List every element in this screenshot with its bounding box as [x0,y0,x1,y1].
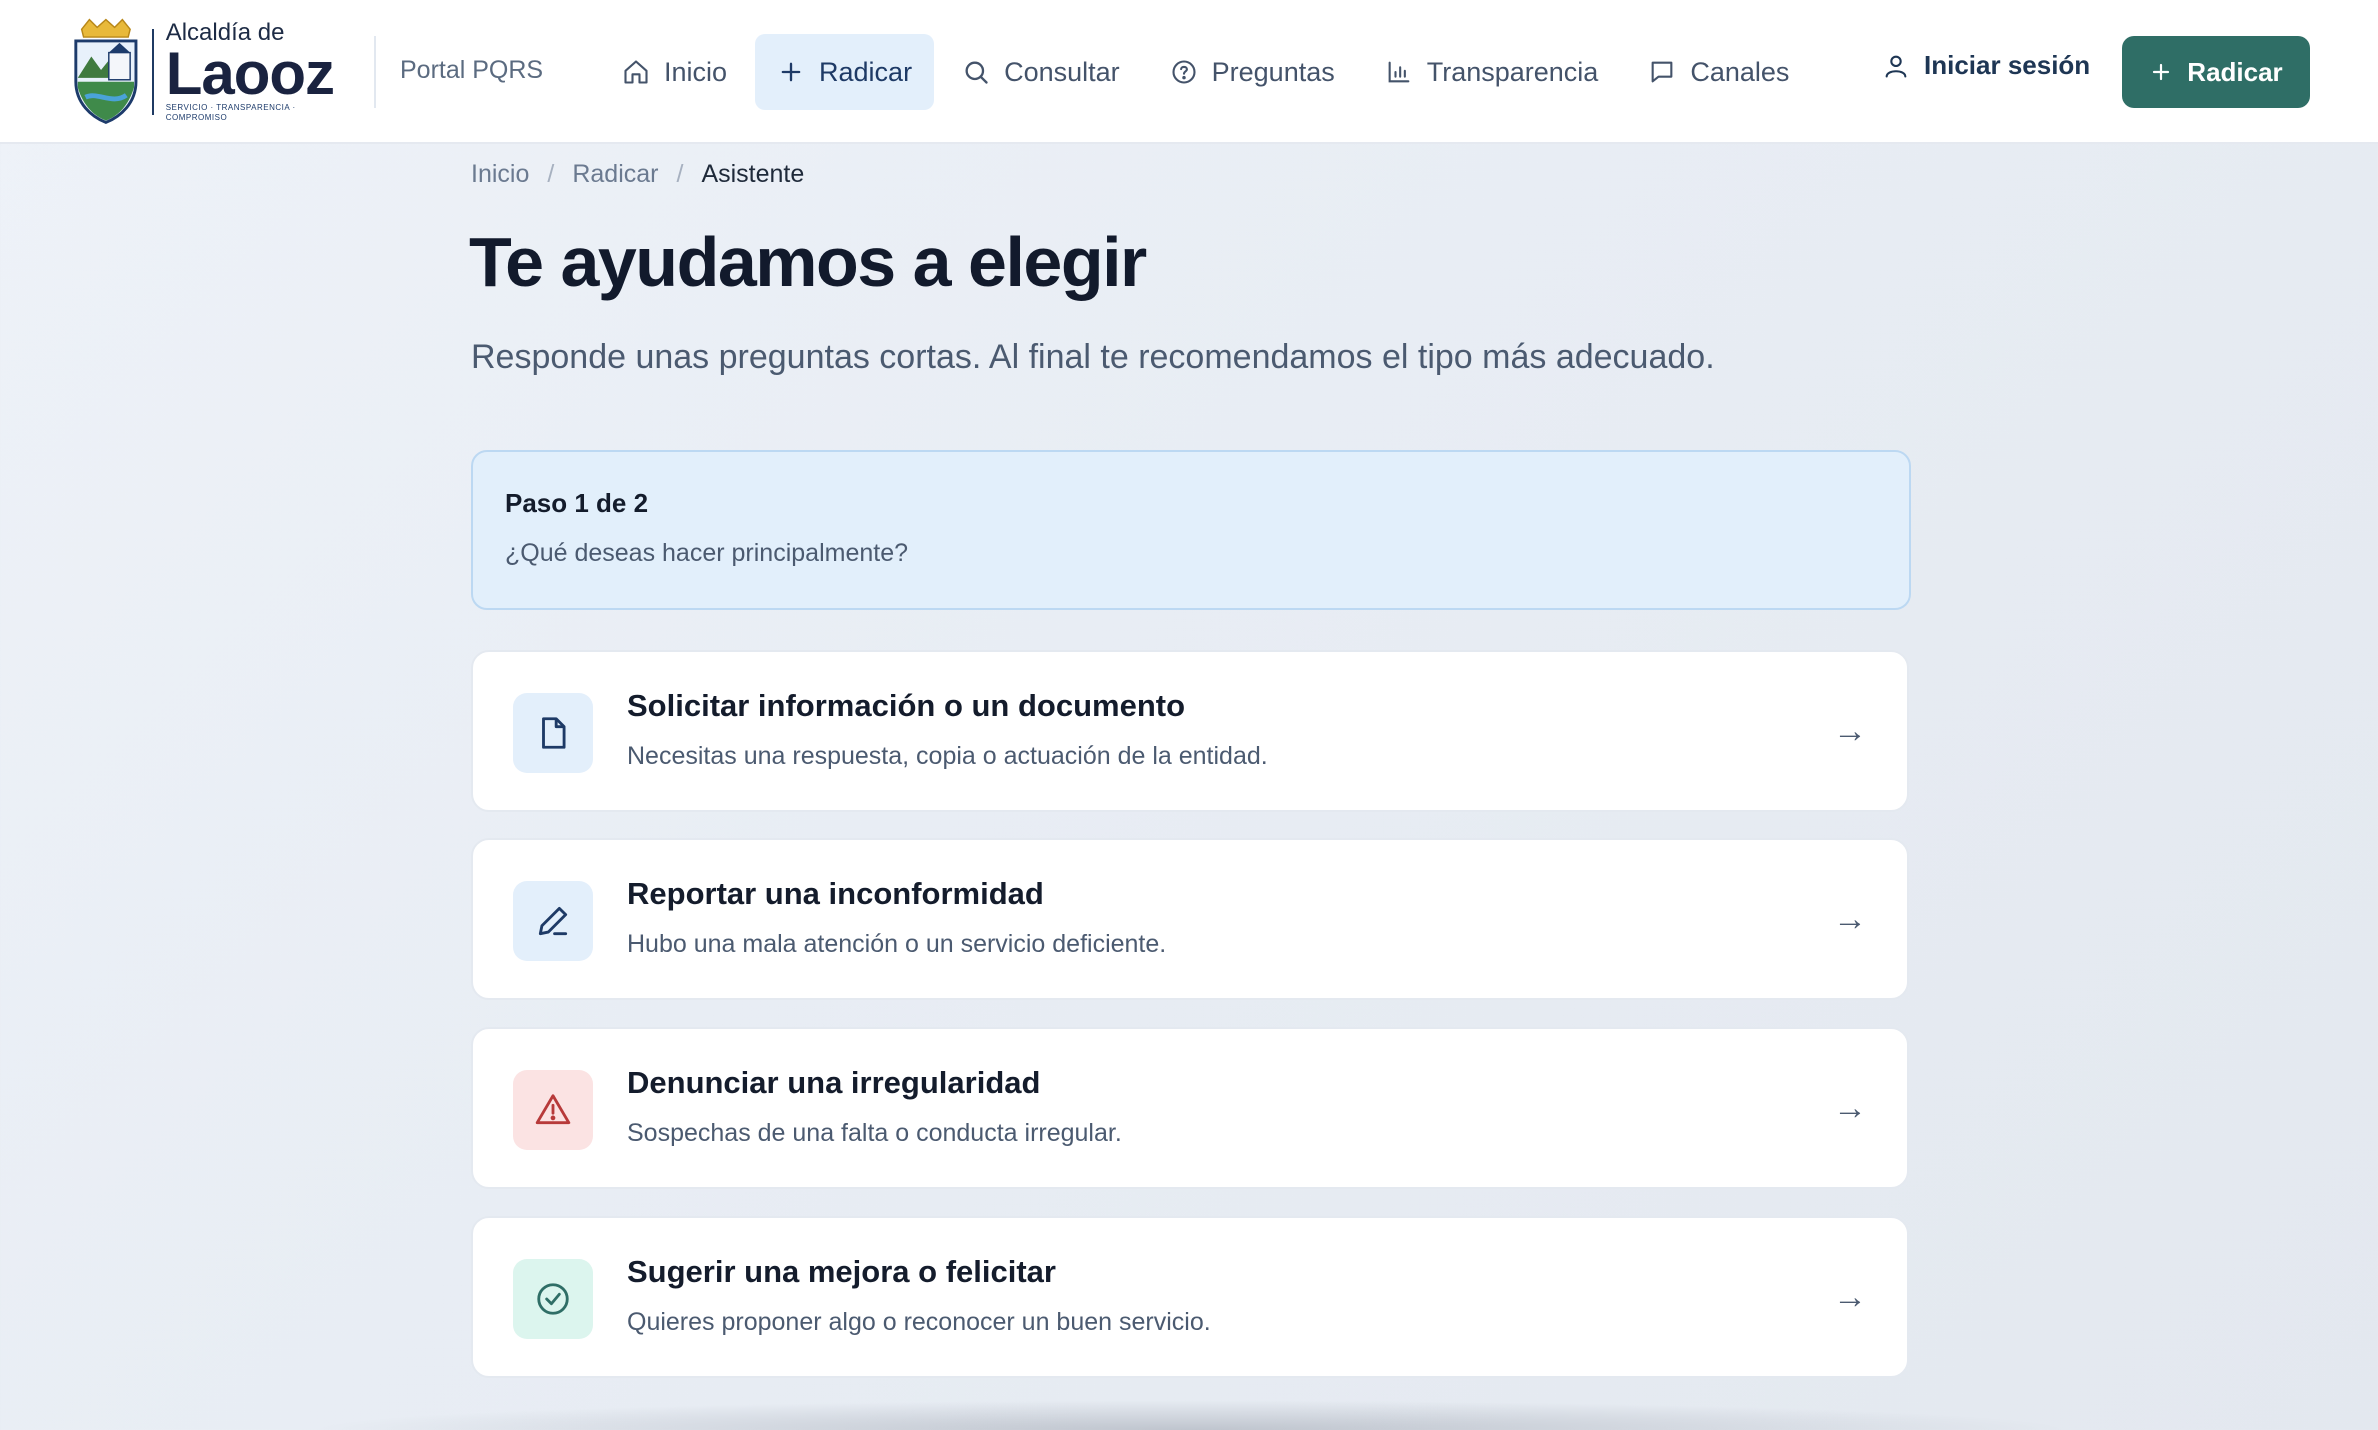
breadcrumb: Inicio / Radicar / Asistente [471,160,804,189]
option-description: Necesitas una respuesta, copia o actuaci… [627,742,1268,770]
login-label: Iniciar sesión [1924,50,2091,80]
option-sugerir-mejora[interactable]: Sugerir una mejora o felicitar Quieres p… [471,1216,1909,1378]
logo[interactable]: Alcaldía de Laooz SERVICIO · TRANSPARENC… [70,18,354,126]
document-icon [542,717,566,749]
option-title: Sugerir una mejora o felicitar [627,1254,1056,1289]
option-description: Quieres proponer algo o reconocer un bue… [627,1308,1211,1336]
crest-icon [74,18,138,125]
search-icon [965,61,988,84]
option-title: Denunciar una irregularidad [627,1065,1041,1100]
page-title: Te ayudamos a elegir [469,223,1147,301]
check-circle-icon [537,1283,569,1315]
header-divider [374,36,376,108]
nav-item-transparencia[interactable]: Transparencia [1363,34,1621,110]
nav-label: Radicar [819,56,913,87]
step-question: ¿Qué deseas hacer principalmente? [505,539,909,567]
chat-icon [1651,61,1673,83]
arrow-right-icon: → [1833,712,1867,750]
option-reportar-inconformidad[interactable]: Reportar una inconformidad Hubo una mala… [471,838,1909,1000]
nav-label: Transparencia [1426,56,1599,87]
nav-label: Canales [1690,56,1790,87]
step-indicator: Paso 1 de 2 ¿Qué deseas hacer principalm… [471,450,1911,610]
option-icon-box [513,693,593,773]
nav-label: Inicio [664,56,728,87]
logo-divider [151,29,154,115]
logo-name: Laooz [165,40,335,107]
user-icon [1885,55,1907,78]
step-label: Paso 1 de 2 [505,488,649,518]
option-description: Sospechas de una falta o conducta irregu… [627,1119,1122,1147]
logo-tagline: SERVICIO · TRANSPARENCIA · COMPROMISO [165,103,296,122]
main-nav: Inicio Radicar Consultar Preguntas Trans… [600,34,1817,110]
arrow-right-icon: → [1833,1089,1867,1127]
radicar-button-label: Radicar [2187,56,2283,87]
option-text: Reportar una inconformidad Hubo una mala… [627,876,1166,959]
option-icon-box [513,881,593,961]
nav-item-consultar[interactable]: Consultar [940,34,1142,110]
option-icon-box [513,1070,593,1150]
option-text: Solicitar información o un documento Nec… [627,688,1268,771]
warning-icon [535,1094,571,1125]
breadcrumb-item-inicio[interactable]: Inicio [471,160,529,189]
nav-item-preguntas[interactable]: Preguntas [1148,34,1357,110]
logo-text: Alcaldía de Laooz SERVICIO · TRANSPARENC… [166,21,354,123]
option-text: Sugerir una mejora o felicitar Quieres p… [627,1254,1211,1337]
breadcrumb-separator: / [676,160,684,188]
bar-chart-icon [1388,61,1410,83]
nav-item-radicar[interactable]: Radicar [755,34,935,110]
bottom-shadow [300,1400,2080,1430]
site-header: Alcaldía de Laooz SERVICIO · TRANSPARENC… [0,0,2378,144]
radicar-button[interactable]: Radicar [2122,36,2310,108]
plus-icon [781,62,801,82]
arrow-right-icon: → [1833,900,1867,938]
option-denunciar-irregularidad[interactable]: Denunciar una irregularidad Sospechas de… [471,1027,1909,1189]
option-solicitar-informacion[interactable]: Solicitar información o un documento Nec… [471,650,1909,812]
option-description: Hubo una mala atención o un servicio def… [627,930,1167,958]
option-text: Denunciar una irregularidad Sospechas de… [627,1065,1122,1148]
breadcrumb-item-radicar[interactable]: Radicar [572,160,658,189]
page-subtitle: Responde unas preguntas cortas. Al final… [471,338,1715,376]
nav-label: Preguntas [1211,56,1335,87]
home-icon [624,60,648,84]
arrow-right-icon: → [1833,1278,1867,1316]
breadcrumb-item-current: Asistente [701,160,805,188]
option-icon-box [513,1259,593,1339]
breadcrumb-separator: / [547,160,555,188]
help-circle-icon [1172,60,1196,84]
login-link[interactable]: Iniciar sesión [1882,50,2090,81]
nav-item-inicio[interactable]: Inicio [600,34,749,110]
nav-item-canales[interactable]: Canales [1626,34,1811,110]
plus-icon [2153,63,2170,81]
option-title: Solicitar información o un documento [627,688,1186,723]
option-title: Reportar una inconformidad [627,876,1044,911]
nav-label: Consultar [1004,56,1120,87]
pencil-icon [538,906,568,936]
portal-label: Portal PQRS [400,56,544,84]
